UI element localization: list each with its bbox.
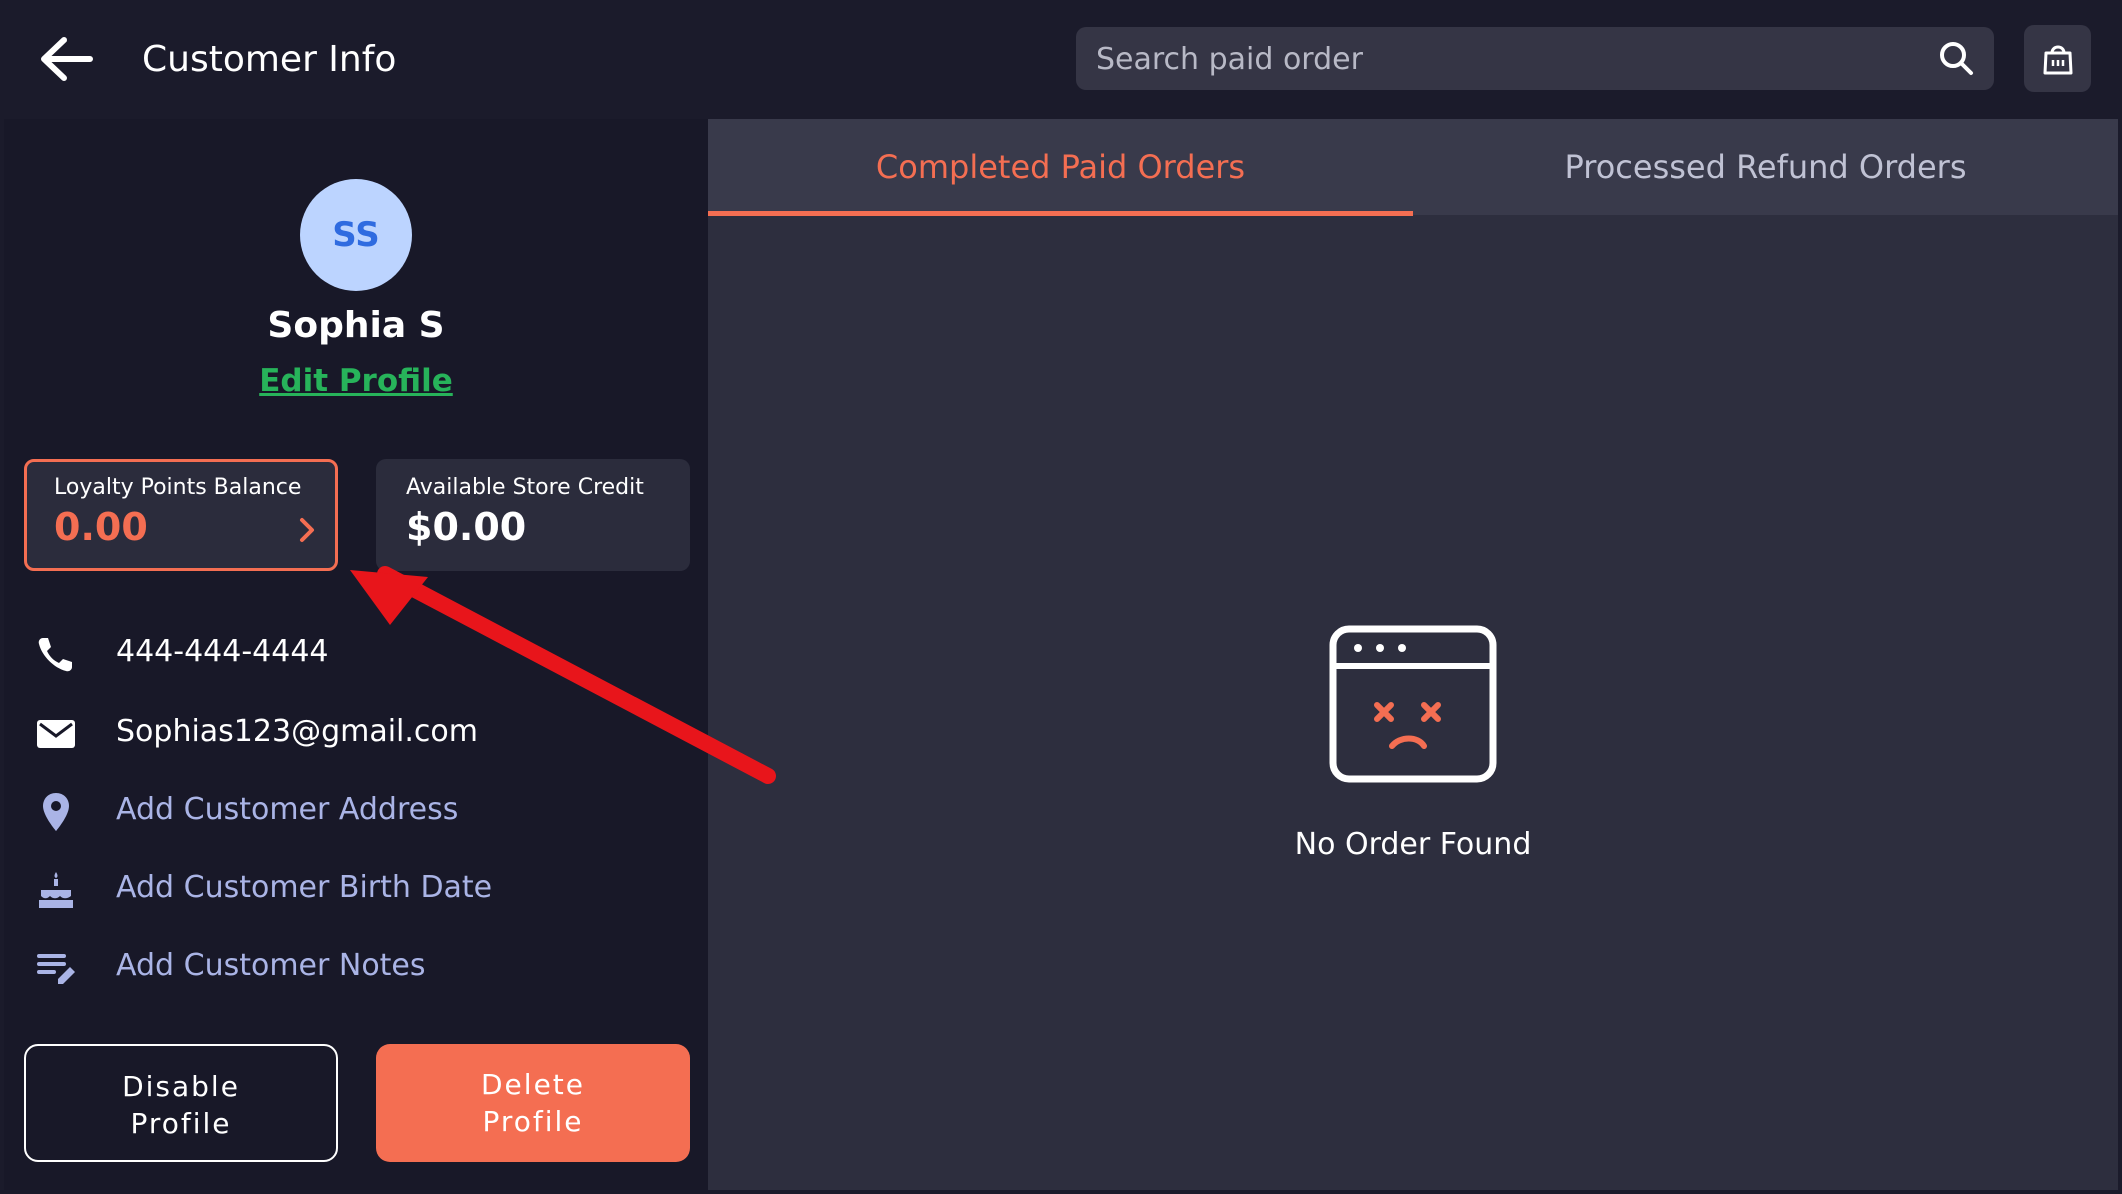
page-title: Customer Info [142, 39, 397, 80]
search-icon[interactable] [1938, 40, 1974, 76]
delete-profile-label-line1: Delete [481, 1068, 585, 1101]
top-bar: Customer Info [0, 0, 2122, 119]
location-pin-icon [43, 793, 69, 831]
scan-bag-icon [2043, 45, 2073, 75]
scan-bag-button[interactable] [2024, 25, 2091, 92]
edit-profile-label: Edit Profile [259, 363, 453, 399]
notes-edit-icon [37, 954, 75, 984]
orders-panel: Completed Paid Orders Processed Refund O… [708, 119, 2118, 1190]
app-window: Customer Info SS Sophia S Edit Profile L… [0, 0, 2122, 1194]
loyalty-points-value: 0.00 [54, 505, 148, 549]
disable-profile-label-line1: Disable [122, 1070, 240, 1103]
phone-icon [38, 638, 72, 672]
store-credit-value: $0.00 [406, 505, 527, 549]
back-button[interactable] [38, 34, 94, 84]
add-notes-link[interactable]: Add Customer Notes [116, 946, 426, 986]
search-input[interactable] [1094, 27, 1918, 92]
phone-number: 444-444-4444 [116, 634, 329, 669]
birthdate-row[interactable]: Add Customer Birth Date [4, 860, 708, 916]
add-birthdate-link[interactable]: Add Customer Birth Date [116, 868, 492, 908]
loyalty-points-label: Loyalty Points Balance [54, 475, 302, 500]
cake-icon [39, 872, 73, 908]
delete-profile-button[interactable]: Delete Profile [376, 1044, 690, 1162]
disable-profile-label-line2: Profile [130, 1107, 232, 1140]
address-row[interactable]: Add Customer Address [4, 782, 708, 838]
notes-row[interactable]: Add Customer Notes [4, 938, 708, 994]
edit-profile-link[interactable]: Edit Profile [4, 363, 708, 399]
disable-profile-button[interactable]: Disable Profile [24, 1044, 338, 1162]
store-credit-label: Available Store Credit [406, 475, 644, 500]
email-icon [37, 720, 75, 748]
add-address-link[interactable]: Add Customer Address [116, 790, 458, 830]
customer-name: Sophia S [267, 305, 445, 346]
phone-row: 444-444-4444 [4, 624, 708, 680]
search-box [1076, 27, 1994, 92]
customer-sidebar: SS Sophia S Edit Profile Loyalty Points … [4, 119, 708, 1190]
active-tab-indicator [708, 211, 1413, 216]
loyalty-points-card[interactable]: Loyalty Points Balance 0.00 [24, 459, 338, 571]
tab-completed-paid-orders[interactable]: Completed Paid Orders [708, 119, 1413, 215]
tab-processed-refund-orders[interactable]: Processed Refund Orders [1413, 119, 2118, 215]
chevron-right-icon [300, 518, 314, 542]
empty-state-message: No Order Found [1294, 827, 1532, 862]
delete-profile-label-line2: Profile [482, 1105, 584, 1138]
avatar: SS [300, 179, 412, 291]
email-address: Sophias123@gmail.com [116, 714, 478, 749]
back-arrow-icon [41, 37, 93, 81]
order-tabs: Completed Paid Orders Processed Refund O… [708, 119, 2118, 216]
empty-order-icon [1329, 625, 1497, 783]
store-credit-card: Available Store Credit $0.00 [376, 459, 690, 571]
email-row: Sophias123@gmail.com [4, 704, 708, 760]
